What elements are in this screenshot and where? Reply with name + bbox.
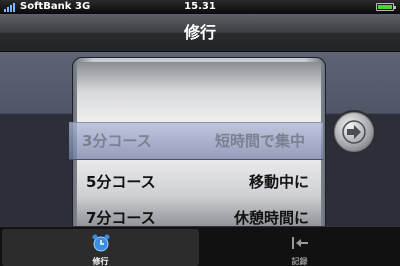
course-duration: 5分コース [86,173,156,191]
course-description: 移動中に [248,173,309,191]
tab-bar: 修行 記録 [0,226,400,266]
tab-training[interactable]: 修行 [2,229,199,266]
main-area: 5分コース 移動中に 7分コース 休憩時間に 3分コース 短時間で集中 [0,52,400,228]
page-title: 修行 [183,23,216,42]
course-description: 休憩時間に [233,209,309,227]
arrow-bar-icon [291,237,308,249]
arrow-right-icon [342,120,366,144]
alarm-clock-icon [92,234,109,252]
course-duration: 3分コース [82,132,152,150]
picker-selection-bar[interactable]: 3分コース 短時間で集中 [69,122,323,160]
status-time: 15.31 [184,1,216,12]
tab-records[interactable]: 記録 [201,229,398,266]
course-description: 短時間で集中 [214,132,305,150]
course-duration: 7分コース [86,209,156,227]
status-bar: SoftBank 3G 15.31 [0,0,400,14]
picker-row[interactable]: 7分コース 休憩時間に [77,200,321,228]
navigation-bar: 修行 [0,14,400,52]
picker-row-selected[interactable]: 3分コース 短時間で集中 [73,123,317,159]
tab-label: 修行 [92,257,109,266]
picker-row[interactable]: 5分コース 移動中に [77,164,321,200]
tab-label: 記録 [291,257,308,266]
battery-icon [376,3,396,11]
start-button[interactable] [332,110,376,154]
course-picker[interactable]: 5分コース 移動中に 7分コース 休憩時間に 3分コース 短時間で集中 [69,57,326,228]
